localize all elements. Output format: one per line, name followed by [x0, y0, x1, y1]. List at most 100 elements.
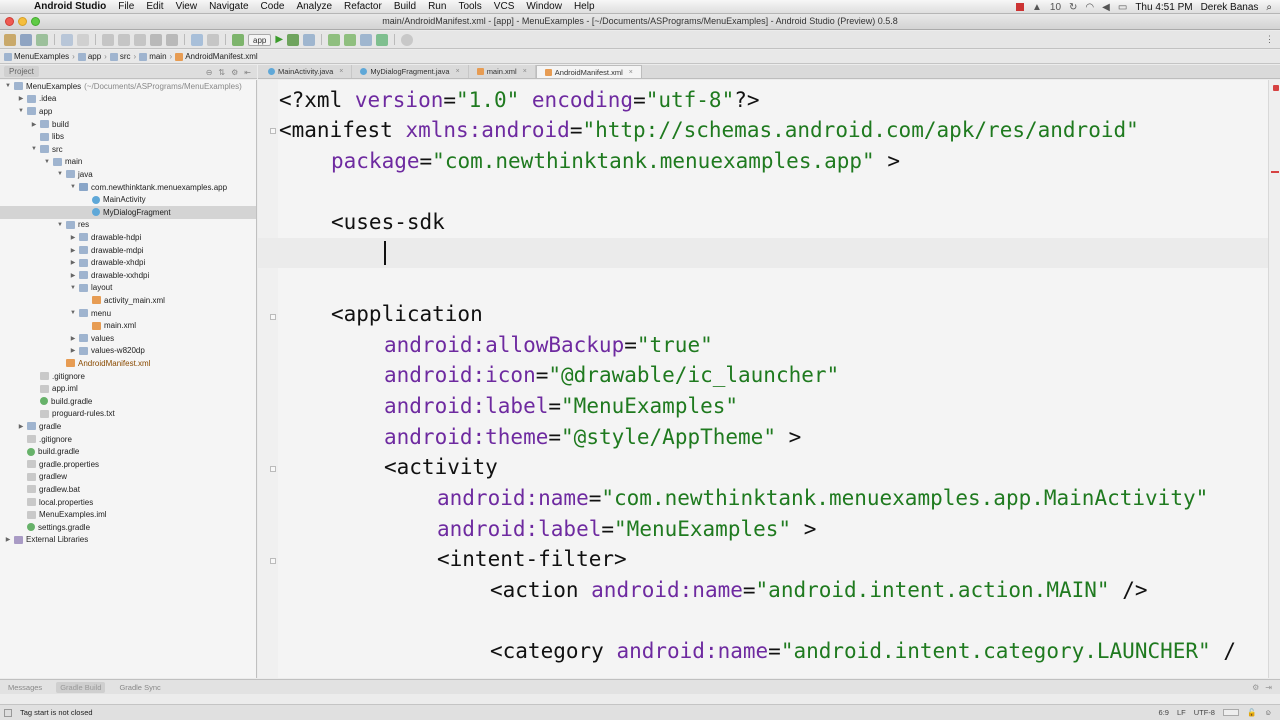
debug-icon[interactable]: [287, 33, 300, 46]
tab-mainactivity-java[interactable]: MainActivity.java ×: [260, 65, 353, 78]
hide-panel-icon[interactable]: ⇤: [244, 68, 251, 77]
tree-item[interactable]: ▼ main: [0, 156, 256, 169]
project-view-select[interactable]: Project: [4, 66, 39, 77]
spotlight-search-icon[interactable]: ⌕: [1266, 2, 1272, 13]
expanded-arrow-icon[interactable]: ▼: [69, 310, 77, 316]
expanded-arrow-icon[interactable]: ▼: [69, 285, 77, 291]
open-icon[interactable]: [4, 33, 16, 46]
collapsed-arrow-icon[interactable]: ▶: [4, 536, 12, 543]
tree-item[interactable]: local.properties: [0, 496, 256, 509]
replace-icon[interactable]: [166, 33, 178, 46]
tree-item[interactable]: build.gradle: [0, 395, 256, 408]
find-icon[interactable]: [150, 33, 162, 46]
fold-marker-icon[interactable]: [270, 466, 276, 472]
collapsed-arrow-icon[interactable]: ▶: [69, 335, 77, 342]
fold-marker-icon[interactable]: [270, 314, 276, 320]
expanded-arrow-icon[interactable]: ▼: [17, 108, 25, 114]
tree-item[interactable]: ▼ res: [0, 219, 256, 232]
tree-item[interactable]: ▶ gradle: [0, 420, 256, 433]
record-icon[interactable]: [1016, 3, 1024, 11]
tree-item[interactable]: ▼ src: [0, 143, 256, 156]
error-stripe[interactable]: [1268, 80, 1280, 678]
tree-item[interactable]: proguard-rules.txt: [0, 408, 256, 421]
tab-main-xml[interactable]: main.xml ×: [469, 65, 536, 78]
run-configuration-select[interactable]: app: [248, 33, 272, 46]
menu-navigate[interactable]: Navigate: [209, 1, 248, 12]
gear-icon[interactable]: ⚙: [231, 68, 238, 77]
save-all-icon[interactable]: [20, 33, 32, 46]
breadcrumb-project[interactable]: MenuExamples: [4, 52, 69, 61]
editor-gutter[interactable]: [258, 80, 278, 678]
monitor-icon[interactable]: [360, 33, 373, 46]
close-tab-icon[interactable]: ×: [456, 68, 460, 75]
expanded-arrow-icon[interactable]: ▼: [69, 184, 77, 190]
collapsed-arrow-icon[interactable]: ▶: [69, 259, 77, 266]
tree-item[interactable]: ▼ com.newthinktank.menuexamples.app: [0, 181, 256, 194]
breadcrumb-src[interactable]: src: [109, 52, 131, 61]
menu-tools[interactable]: Tools: [458, 1, 481, 12]
tree-item[interactable]: AndroidManifest.xml: [0, 357, 256, 370]
sync-icon[interactable]: ↻: [1069, 2, 1077, 13]
collapse-all-icon[interactable]: ⊖: [206, 68, 213, 77]
collapsed-arrow-icon[interactable]: ▶: [69, 272, 77, 279]
hide-panel-icon[interactable]: ⇥: [1265, 683, 1272, 692]
tab-androidmanifest-xml[interactable]: AndroidManifest.xml ×: [535, 65, 642, 78]
collapsed-arrow-icon[interactable]: ▶: [69, 347, 77, 354]
code-editor[interactable]: <?xml version="1.0" encoding="utf-8"?> <…: [258, 80, 1268, 678]
error-indicator-icon[interactable]: [1273, 85, 1279, 91]
cut-icon[interactable]: [102, 33, 114, 46]
toolbar-overflow-icon[interactable]: ⋮: [1265, 34, 1274, 45]
run-icon[interactable]: ▶: [275, 34, 283, 45]
error-marker[interactable]: [1271, 171, 1279, 173]
close-tab-icon[interactable]: ×: [629, 69, 633, 76]
menu-window[interactable]: Window: [526, 1, 562, 12]
close-tab-icon[interactable]: ×: [339, 68, 343, 75]
tree-item[interactable]: build.gradle: [0, 445, 256, 458]
tab-gradle-sync[interactable]: Gradle Sync: [115, 682, 164, 693]
cursor-position[interactable]: 6:9: [1159, 708, 1169, 717]
inspector-icon[interactable]: ☺: [1264, 708, 1272, 717]
tree-item[interactable]: ▶ drawable-xxhdpi: [0, 269, 256, 282]
collapsed-arrow-icon[interactable]: ▶: [69, 247, 77, 254]
forward-icon[interactable]: [207, 33, 219, 46]
expanded-arrow-icon[interactable]: ▼: [30, 146, 38, 152]
paste-icon[interactable]: [134, 33, 146, 46]
sdk-manager-icon[interactable]: [344, 33, 357, 46]
toggle-tool-windows-icon[interactable]: [4, 709, 12, 717]
gear-icon[interactable]: ⚙: [1252, 683, 1259, 692]
volume-icon[interactable]: ◀: [1102, 2, 1110, 13]
fold-marker-icon[interactable]: [270, 558, 276, 564]
copy-icon[interactable]: [118, 33, 130, 46]
notification-icon[interactable]: ▲: [1032, 2, 1042, 13]
menu-analyze[interactable]: Analyze: [296, 1, 332, 12]
tree-item[interactable]: ▶ drawable-hdpi: [0, 231, 256, 244]
expanded-arrow-icon[interactable]: ▼: [4, 83, 12, 89]
autoscroll-icon[interactable]: ⇅: [218, 68, 225, 77]
back-icon[interactable]: [191, 33, 203, 46]
tree-item[interactable]: ▼ layout: [0, 282, 256, 295]
collapsed-arrow-icon[interactable]: ▶: [17, 423, 25, 430]
redo-icon[interactable]: [77, 33, 89, 46]
menu-run[interactable]: Run: [428, 1, 446, 12]
expanded-arrow-icon[interactable]: ▼: [56, 171, 64, 177]
undo-icon[interactable]: [61, 33, 73, 46]
tree-item[interactable]: app.iml: [0, 382, 256, 395]
tree-item[interactable]: ▼ menu: [0, 307, 256, 320]
tree-item[interactable]: .gitignore: [0, 433, 256, 446]
collapsed-arrow-icon[interactable]: ▶: [17, 95, 25, 102]
tab-messages[interactable]: Messages: [4, 682, 46, 693]
tree-item[interactable]: ▶ build: [0, 118, 256, 131]
tree-item[interactable]: MenuExamples.iml: [0, 508, 256, 521]
tree-item[interactable]: activity_main.xml: [0, 294, 256, 307]
tree-item[interactable]: main.xml: [0, 319, 256, 332]
attach-debugger-icon[interactable]: [303, 33, 316, 46]
make-project-icon[interactable]: [232, 33, 244, 46]
tree-item[interactable]: MyDialogFragment: [0, 206, 256, 219]
breadcrumb-file[interactable]: AndroidManifest.xml: [175, 52, 258, 61]
badge-count[interactable]: 10: [1050, 2, 1061, 13]
breadcrumb-main[interactable]: main: [139, 52, 167, 61]
tree-item[interactable]: ▶ External Libraries: [0, 534, 256, 547]
lock-icon[interactable]: 🔓: [1247, 708, 1256, 717]
app-menu[interactable]: Android Studio: [34, 1, 106, 12]
tree-item[interactable]: ▶ drawable-mdpi: [0, 244, 256, 257]
